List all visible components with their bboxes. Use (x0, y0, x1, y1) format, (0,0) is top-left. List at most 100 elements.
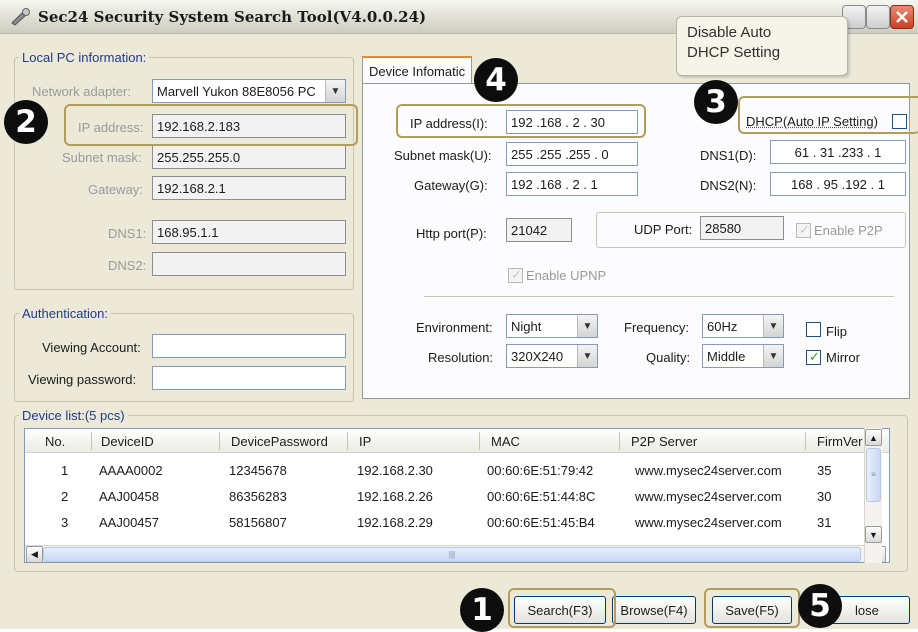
col-firmver[interactable]: FirmVer (811, 429, 869, 453)
dhcp-tooltip: Disable Auto DHCP Setting (676, 16, 848, 76)
mirror-label: Mirror (826, 350, 860, 365)
viewing-account-input[interactable] (152, 334, 346, 358)
maximize-button[interactable] (866, 5, 890, 29)
col-separator (479, 432, 480, 450)
environment-label: Environment: (416, 320, 493, 335)
viewing-password-input[interactable] (152, 366, 346, 390)
close-button[interactable]: lose (830, 596, 910, 624)
marker-2: 2 (4, 100, 48, 144)
marker-4: 4 (474, 58, 518, 102)
cell-ip: 192.168.2.29 (357, 515, 433, 530)
environment-value: Night (511, 319, 542, 334)
pc-mask-label: Subnet mask: (62, 150, 142, 165)
cell-firmver: 31 (817, 515, 832, 530)
browse-button[interactable]: Browse(F4) (612, 596, 696, 624)
flip-checkbox[interactable] (806, 322, 821, 337)
device-table: No. DeviceID DevicePassword IP MAC P2P S… (24, 428, 890, 563)
cell-p2p: www.mysec24server.com (635, 489, 782, 504)
scroll-up-button[interactable]: ▲ (865, 429, 882, 446)
scroll-left-button[interactable]: ◀ (26, 546, 43, 562)
cell-password: 86356283 (229, 489, 287, 504)
cell-deviceid: AAAA0002 (99, 463, 163, 478)
mirror-checkbox[interactable]: ✓ (806, 349, 821, 365)
marker-1: 1 (460, 588, 504, 632)
frequency-select[interactable]: 60Hz ▼ (702, 314, 784, 338)
col-separator (91, 432, 92, 450)
dev-mask-label: Subnet mask(U): (394, 148, 492, 163)
cell-deviceid: AAJ00457 (99, 515, 159, 530)
viewing-password-label: Viewing password: (28, 372, 137, 387)
pc-dns1-label: DNS1: (108, 226, 147, 241)
http-port-label: Http port(P): (416, 226, 487, 241)
udp-port-label: UDP Port: (634, 222, 693, 237)
auth-legend: Authentication: (22, 306, 109, 321)
scroll-down-button[interactable]: ▼ (865, 526, 882, 543)
horizontal-scrollbar[interactable]: ◀ ||| ▶ (25, 545, 886, 562)
app-icon (11, 8, 30, 26)
enable-upnp-label: Enable UPNP (526, 268, 607, 283)
dev-mask-input[interactable]: 255 .255 .255 . 0 (506, 142, 638, 166)
cell-mac: 00:60:6E:51:45:B4 (487, 515, 595, 530)
window-title: Sec24 Security System Search Tool(V4.0.0… (38, 8, 427, 26)
check-icon: ✓ (511, 267, 522, 282)
highlight-search (508, 588, 616, 628)
col-deviceid[interactable]: DeviceID (95, 429, 160, 453)
quality-value: Middle (707, 349, 746, 364)
chevron-down-icon[interactable]: ▼ (577, 345, 597, 367)
scroll-thumb-h[interactable]: ||| (43, 547, 861, 562)
tooltip-line-1: Disable Auto (687, 24, 772, 41)
check-icon: ✓ (809, 349, 820, 364)
cell-ip: 192.168.2.26 (357, 489, 433, 504)
col-p2p-server[interactable]: P2P Server (625, 429, 703, 453)
viewing-account-label: Viewing Account: (42, 340, 141, 355)
dev-dns2-input[interactable]: 168 . 95 .192 . 1 (770, 172, 906, 196)
dev-gateway-input[interactable]: 192 .168 . 2 . 1 (506, 172, 638, 196)
quality-select[interactable]: Middle ▼ (702, 344, 784, 368)
enable-p2p-checkbox[interactable]: ✓ (796, 222, 811, 238)
resolution-value: 320X240 (511, 349, 564, 364)
col-ip[interactable]: IP (353, 429, 377, 453)
dev-dns1-label: DNS1(D): (700, 148, 757, 163)
udp-port-field[interactable]: 28580 (700, 216, 784, 240)
flip-label: Flip (826, 324, 847, 339)
cell-no: 3 (61, 515, 69, 530)
chevron-down-icon[interactable]: ▼ (325, 80, 345, 102)
cell-deviceid: AAJ00458 (99, 489, 159, 504)
highlight-pc-ip (64, 104, 358, 146)
col-devicepassword[interactable]: DevicePassword (225, 429, 334, 453)
adapter-value: Marvell Yukon 88E8056 PC (157, 84, 316, 99)
col-no[interactable]: No. (39, 429, 71, 453)
environment-select[interactable]: Night ▼ (506, 314, 598, 338)
highlight-dev-ip (396, 104, 646, 138)
adapter-select[interactable]: Marvell Yukon 88E8056 PC ▼ (152, 79, 346, 103)
enable-upnp-checkbox[interactable]: ✓ (508, 267, 523, 283)
scroll-thumb-v[interactable]: ≡ (866, 448, 881, 502)
dev-dns1-input[interactable]: 61 . 31 .233 . 1 (770, 140, 906, 164)
enable-p2p-label: Enable P2P (814, 223, 883, 238)
resolution-label: Resolution: (428, 350, 494, 365)
table-row[interactable]: 2 AAJ00458 86356283 192.168.2.26 00:60:6… (25, 485, 865, 511)
device-list-legend: Device list:(5 pcs) (22, 408, 125, 423)
table-row[interactable]: 1 AAAA0002 12345678 192.168.2.30 00:60:6… (25, 459, 865, 485)
chevron-down-icon[interactable]: ▼ (577, 315, 597, 337)
tooltip-line-2: DHCP Setting (687, 44, 781, 61)
vertical-scrollbar[interactable]: ▲ ≡ ▼ (864, 428, 882, 563)
local-pc-legend: Local PC information: (22, 50, 147, 65)
chevron-down-icon[interactable]: ▼ (763, 315, 783, 337)
http-port-field[interactable]: 21042 (506, 218, 572, 242)
chevron-down-icon[interactable]: ▼ (763, 345, 783, 367)
table-row[interactable]: 3 AAJ00457 58156807 192.168.2.29 00:60:6… (25, 511, 865, 537)
dev-dns2-label: DNS2(N): (700, 178, 757, 193)
adapter-label: Network adapter: (32, 84, 131, 99)
cell-firmver: 35 (817, 463, 832, 478)
resolution-select[interactable]: 320X240 ▼ (506, 344, 598, 368)
close-window-button[interactable] (890, 5, 914, 29)
cell-ip: 192.168.2.30 (357, 463, 433, 478)
cell-firmver: 30 (817, 489, 832, 504)
col-mac[interactable]: MAC (485, 429, 526, 453)
cell-no: 1 (61, 463, 69, 478)
app-window: Sec24 Security System Search Tool(V4.0.0… (0, 0, 918, 632)
pc-gateway-label: Gateway: (88, 182, 143, 197)
pc-gateway-field: 192.168.2.1 (152, 176, 346, 200)
tab-device-information[interactable]: Device Infomatic (362, 56, 472, 84)
